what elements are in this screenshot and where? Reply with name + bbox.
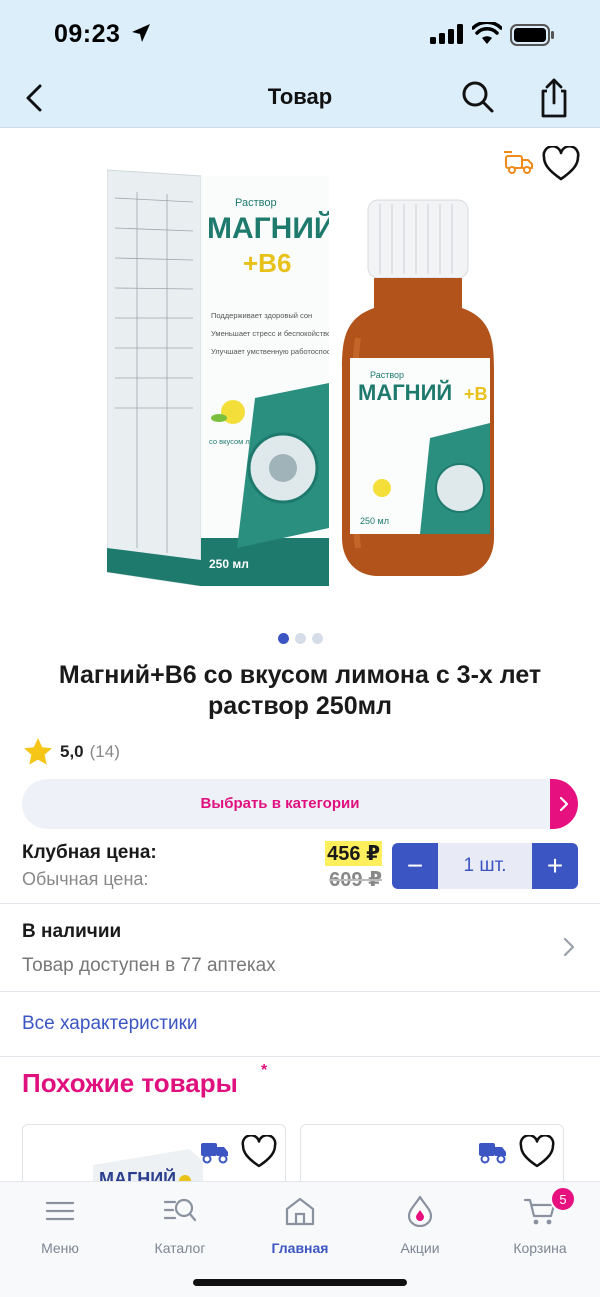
promo-drop-icon	[407, 1195, 433, 1227]
status-time: 09:23	[54, 20, 121, 48]
svg-text:Уменьшает стресс и беспокойств: Уменьшает стресс и беспокойство	[211, 329, 329, 338]
price-block: Клубная цена: 456 ₽ Обычная цена: 609 ₽	[22, 840, 382, 892]
divider	[0, 1056, 600, 1057]
nav-catalog[interactable]: Каталог	[120, 1194, 240, 1256]
cart-count-badge: 5	[550, 1186, 576, 1212]
rating-value: 5,0	[60, 742, 84, 761]
svg-text:+B: +B	[464, 384, 488, 404]
similar-products-heading: Похожие товары	[22, 1068, 238, 1098]
regular-price-label: Обычная цена:	[22, 868, 149, 889]
location-arrow-icon	[132, 24, 150, 42]
gallery-dot[interactable]	[311, 633, 323, 644]
gallery-dot-active[interactable]	[277, 633, 289, 644]
quantity-stepper: − 1 шт. +	[392, 843, 578, 889]
home-icon	[285, 1197, 315, 1226]
product-gallery[interactable]: Раствор МАГНИЙ +B6 Поддерживает здоровый…	[0, 128, 600, 628]
nav-promos[interactable]: Акции	[360, 1194, 480, 1256]
star-icon	[24, 738, 52, 765]
category-arrow[interactable]	[550, 779, 578, 829]
all-specs-link[interactable]: Все характеристики	[22, 1013, 198, 1035]
delivery-truck-icon	[201, 1143, 228, 1164]
svg-text:МАГНИЙ: МАГНИЙ	[207, 211, 329, 245]
club-price: 456 ₽	[325, 840, 382, 866]
choose-category-button[interactable]: Выбрать в категории	[22, 779, 578, 829]
nav-label: Корзина	[513, 1240, 567, 1256]
menu-icon	[45, 1201, 75, 1221]
quantity-value[interactable]: 1 шт.	[438, 843, 532, 889]
chevron-right-icon	[563, 937, 575, 957]
nav-label: Акции	[400, 1240, 440, 1256]
svg-text:Улучшает умственную работоспос: Улучшает умственную работоспособность	[211, 347, 329, 356]
signal-icon	[430, 24, 463, 44]
product-box-image: Раствор МАГНИЙ +B6 Поддерживает здоровый…	[107, 169, 329, 586]
review-count[interactable]: (14)	[90, 742, 120, 762]
divider	[0, 903, 600, 904]
catalog-search-icon	[163, 1198, 197, 1222]
nav-label: Каталог	[154, 1240, 206, 1256]
availability-subtitle: Товар доступен в 77 аптеках	[22, 955, 276, 976]
product-rating[interactable]: 5,0 (14)	[22, 736, 120, 768]
product-title: Магний+B6 со вкусом лимона с 3-х лет рас…	[58, 661, 542, 720]
svg-text:МАГНИЙ: МАГНИЙ	[358, 380, 452, 405]
gallery-dot[interactable]	[294, 633, 306, 644]
battery-icon	[510, 24, 554, 46]
favorite-heart-icon[interactable]	[241, 1135, 277, 1169]
product-bottle-image: Раствор МАГНИЙ +B 250 мл	[342, 199, 494, 576]
nav-menu[interactable]: Меню	[0, 1194, 120, 1256]
share-button[interactable]	[534, 76, 574, 120]
delivery-truck-icon	[504, 151, 533, 174]
share-icon	[541, 78, 567, 118]
svg-text:250 мл: 250 мл	[360, 516, 389, 526]
club-price-label: Клубная цена:	[22, 842, 157, 863]
status-bar: 09:23	[0, 0, 600, 68]
favorite-heart-icon[interactable]	[519, 1135, 555, 1169]
svg-text:Раствор: Раствор	[235, 197, 277, 209]
divider	[0, 991, 600, 992]
svg-text:+B6: +B6	[243, 248, 291, 278]
regular-price: 609 ₽	[329, 868, 382, 891]
gallery-pagination[interactable]	[0, 633, 600, 644]
chevron-right-icon	[559, 796, 569, 812]
search-button[interactable]	[458, 77, 498, 117]
search-icon	[462, 81, 494, 113]
choose-category-label: Выбрать в категории	[200, 795, 360, 812]
favorite-heart-icon[interactable]	[542, 146, 580, 182]
similar-products-marker: *	[261, 1062, 268, 1079]
nav-label: Главная	[271, 1240, 329, 1256]
home-indicator[interactable]	[193, 1279, 407, 1286]
delivery-truck-icon	[479, 1143, 506, 1164]
nav-label: Меню	[41, 1240, 79, 1256]
decrease-quantity-button[interactable]: −	[392, 843, 438, 889]
wifi-icon	[472, 22, 502, 44]
nav-home[interactable]: Главная	[240, 1194, 360, 1256]
increase-quantity-button[interactable]: +	[532, 843, 578, 889]
page-title: Товар	[267, 84, 333, 109]
svg-text:Раствор: Раствор	[370, 370, 404, 380]
svg-text:Поддерживает здоровый сон: Поддерживает здоровый сон	[211, 311, 312, 320]
top-nav-bar: Товар	[0, 68, 600, 128]
svg-text:250 мл: 250 мл	[209, 557, 249, 571]
availability-title: В наличии	[22, 921, 122, 942]
nav-cart[interactable]: 5 Корзина	[480, 1186, 600, 1256]
